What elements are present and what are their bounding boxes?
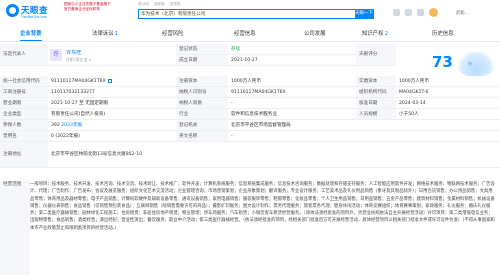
staff-label: 人员规模 [356, 109, 396, 120]
seal-line-2: 官方备案企业征信机构 [64, 7, 100, 11]
taxpayer-id-label: 纳税人识别号 [176, 87, 228, 98]
industry-value: 软件和信息技术服务业 [228, 109, 356, 120]
credit-code-text: 91110117MA04GK1T6X [51, 79, 106, 84]
legal-rep-subtext[interactable]: 任职1家企业 > [66, 57, 92, 63]
tab-background[interactable]: 企业背景 [20, 29, 42, 41]
tab-label: 公司发展 [304, 31, 326, 37]
search-box[interactable]: 华为技术（北京）有限责任公司 天眼一下 [138, 9, 374, 19]
approval-date-value: 2024-03-14 [396, 98, 500, 109]
search-type-links: 查公司 查老板 查关系 [138, 2, 185, 7]
tab-count: 2 [384, 31, 389, 37]
reg-authority-value: 北京市平谷区市场监督管理局 [228, 120, 500, 131]
est-date-label: 成立日期 [176, 55, 228, 66]
header-icon-group [393, 8, 449, 18]
est-date-value: 2021-10-27 [228, 55, 356, 66]
scope-label: 经营范围 [0, 181, 30, 275]
taxpayer-qual-label: 纳税人资质 [176, 98, 228, 109]
copy-icon[interactable] [107, 78, 112, 83]
english-name-value: - [228, 131, 500, 142]
tab-label: 知识产权 [362, 31, 384, 37]
tab-label: 法律诉讼 [92, 31, 114, 37]
link-search-boss[interactable]: 查老板 [154, 2, 165, 6]
former-name-value: 0 [51, 134, 54, 139]
paid-capital-value: 1000万人民币 [396, 76, 500, 87]
tab-label: 企业背景 [20, 31, 42, 37]
tab-development[interactable]: 公司发展 [304, 29, 326, 41]
reg-capital-value: 1000万人民币 [228, 76, 356, 87]
former-name-label: 曾用名 [0, 131, 48, 142]
former-name-note: (2022年报) [55, 134, 80, 139]
business-info-table: 法定代表人 许 许东旺 任职1家企业 > 登记状态 存续 成立日期 2021-1… [0, 44, 500, 275]
top-header: 天眼查 TianYanCha.com 国家中小企业发展子基金旗下 官方备案企业征… [0, 0, 500, 24]
tab-label: 经营风险 [162, 31, 184, 37]
tab-ip[interactable]: 知识产权2 [362, 29, 388, 41]
search-button[interactable]: 天眼一下 [355, 10, 373, 18]
insured-label: 参保人数 [0, 120, 48, 131]
tianyan-score-box[interactable]: 73 分 [396, 47, 498, 79]
legal-rep-name[interactable]: 许东旺 [66, 49, 82, 56]
section-tabs: 企业背景 法律诉讼1 经营风险 经营信息 公司发展 知识产权2 历史信息 [0, 29, 500, 42]
english-name-label: 英文名称 [176, 131, 228, 142]
logo-eye-icon [6, 4, 19, 17]
legal-rep-avatar: 许 [50, 49, 62, 61]
legal-rep-label: 法定代表人 [0, 44, 48, 66]
tab-risk[interactable]: 经营风险 [162, 29, 184, 41]
link-search-company[interactable]: 查公司 [138, 2, 149, 6]
app-icon[interactable] [417, 9, 424, 16]
org-code-label: 组织机构代码 [356, 87, 396, 98]
paid-capital-label: 实缴资本 [356, 76, 396, 87]
user-avatar[interactable] [429, 8, 438, 17]
insured-year-link[interactable]: 2023年报 [61, 123, 82, 128]
staff-value: 小于50人 [396, 109, 500, 120]
tab-operation[interactable]: 经营信息 [234, 29, 256, 41]
tab-history[interactable]: 历史信息 [432, 29, 454, 41]
reg-capital-label: 注册资本 [176, 76, 228, 87]
tab-label: 历史信息 [432, 31, 454, 37]
company-type-value: 有限责任公司(自然人投资) [48, 109, 176, 120]
reg-address-value: 北京市平谷区林荫北街13号信息大厦802-10 [48, 142, 500, 168]
business-reg-value: 110117032133277 [48, 87, 176, 98]
business-reg-label: 工商注册号 [0, 87, 48, 98]
search-input[interactable]: 华为技术（北京）有限责任公司 [141, 11, 205, 17]
tab-lawsuit[interactable]: 法律诉讼1 [92, 29, 118, 41]
link-search-relation[interactable]: 查关系 [170, 2, 181, 6]
tab-count: 1 [114, 31, 119, 37]
org-code-value: MA04GK1T-6 [396, 87, 500, 98]
term-value: 2021-10-27 至 无固定期限 [48, 98, 176, 109]
reg-authority-label: 登记机关 [176, 120, 228, 131]
reg-status-label: 登记状态 [176, 44, 228, 55]
industry-label: 行业 [176, 109, 228, 120]
bell-icon[interactable] [405, 9, 412, 16]
scope-value: 一般项目：技术服务、技术开发、技术咨询、技术交流、技术转让、技术推广；软件开发；… [30, 182, 495, 231]
approval-date-label: 核准日期 [356, 98, 396, 109]
score-wave-graphic [456, 51, 496, 77]
company-type-label: 企业类型 [0, 109, 48, 120]
user-name[interactable]: 武松... [456, 10, 469, 16]
taxpayer-id-value: 91110117MA04GK1T6X [228, 87, 356, 98]
former-name-cell: 0 (2022年报) [48, 131, 176, 142]
message-icon[interactable] [393, 9, 400, 16]
reg-status-value: 存续 [228, 44, 356, 55]
credit-code-label: 统一社会信用代码 [0, 76, 48, 87]
score-label: 天眼评分 [356, 44, 396, 66]
score-unit: 分 [468, 61, 472, 66]
credit-code-value: 91110117MA04GK1T6X [48, 76, 176, 87]
taxpayer-qual-value: - [228, 98, 356, 109]
reg-address-label: 注册地址 [0, 142, 48, 168]
official-seal-text: 国家中小企业发展子基金旗下 官方备案企业征信机构 [64, 2, 111, 12]
logo-subtext: TianYanCha.com [21, 15, 48, 19]
tab-label: 经营信息 [234, 31, 256, 37]
site-logo[interactable]: 天眼查 TianYanCha.com [6, 2, 54, 22]
tianyan-score: 73 [432, 53, 453, 71]
term-label: 营业期限 [0, 98, 48, 109]
insured-value: 392 [51, 123, 60, 128]
insured-cell: 392 2023年报 [48, 120, 176, 131]
